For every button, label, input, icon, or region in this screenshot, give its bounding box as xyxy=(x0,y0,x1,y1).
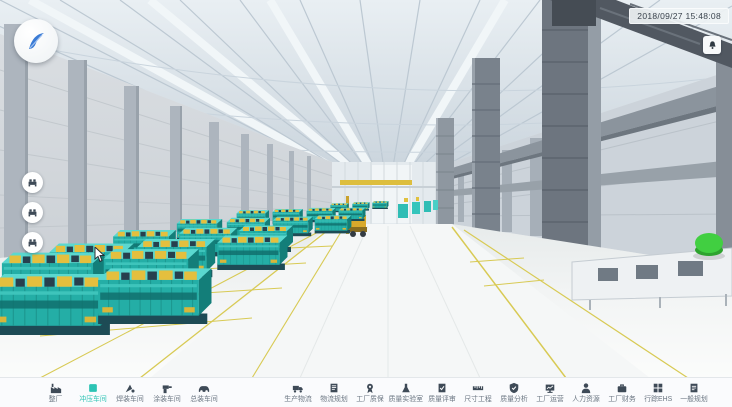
machine-tool-icon xyxy=(27,207,38,218)
app-logo-button[interactable] xyxy=(14,19,58,63)
module-ehs[interactable]: 行踪EHS xyxy=(640,382,676,403)
side-tool-button-3[interactable] xyxy=(22,232,43,253)
bottom-toolbar: 整厂 冲压车间 焊装车间 涂装车间 总装车间 生产物流 xyxy=(0,377,732,407)
shield-check-icon xyxy=(508,382,520,394)
grid-icon xyxy=(652,382,664,394)
logo-feather-icon xyxy=(23,28,49,54)
document-icon xyxy=(688,382,700,394)
module-general-planning[interactable]: 一般规划 xyxy=(676,382,712,403)
side-tool-button-1[interactable] xyxy=(22,172,43,193)
app-window: 2018/09/27 15:48:08 整厂 冲压车间 焊装车间 xyxy=(0,0,732,407)
tab-welding-shop[interactable]: 焊装车间 xyxy=(111,382,148,403)
module-factory-operations[interactable]: 工厂运营 xyxy=(532,382,568,403)
lab-flask-icon xyxy=(400,382,412,394)
tab-label: 焊装车间 xyxy=(116,395,144,402)
machine-tool-icon xyxy=(27,237,38,248)
module-quality-analysis[interactable]: 质量分析 xyxy=(496,382,532,403)
module-factory-qa[interactable]: 工厂质保 xyxy=(352,382,388,403)
green-object xyxy=(693,233,725,260)
shop-tabs-group: 整厂 冲压车间 焊装车间 涂装车间 总装车间 xyxy=(37,382,222,403)
painting-shop-icon xyxy=(161,382,173,394)
side-tool-button-2[interactable] xyxy=(22,202,43,223)
module-quality-review[interactable]: 质量评审 xyxy=(424,382,460,403)
module-label: 工厂质保 xyxy=(356,395,384,402)
briefcase-icon xyxy=(616,382,628,394)
stamping-shop-icon xyxy=(87,382,99,394)
quality-badge-icon xyxy=(364,382,376,394)
tab-label: 冲压车间 xyxy=(79,395,107,402)
truck-icon xyxy=(292,382,304,394)
module-label: 人力资源 xyxy=(572,395,600,402)
tab-label: 涂装车间 xyxy=(153,395,181,402)
module-logistics-planning[interactable]: 物流规划 xyxy=(316,382,352,403)
machine-tool-icon xyxy=(27,177,38,188)
review-doc-icon xyxy=(436,382,448,394)
module-buttons-group: 生产物流 物流规划 工厂质保 质量实验室 质量评审 尺寸工程 xyxy=(280,382,712,403)
module-label: 生产物流 xyxy=(284,395,312,402)
module-label: 质量分析 xyxy=(500,395,528,402)
module-label: 一般规划 xyxy=(680,395,708,402)
module-label: 尺寸工程 xyxy=(464,395,492,402)
module-label: 质量评审 xyxy=(428,395,456,402)
tab-assembly-shop[interactable]: 总装车间 xyxy=(185,382,222,403)
tab-whole-plant[interactable]: 整厂 xyxy=(37,382,74,403)
module-dimensional-engineering[interactable]: 尺寸工程 xyxy=(460,382,496,403)
timestamp-chip: 2018/09/27 15:48:08 xyxy=(629,8,729,24)
ruler-icon xyxy=(472,382,484,394)
tab-stamping-shop[interactable]: 冲压车间 xyxy=(74,382,111,403)
bell-icon xyxy=(707,40,718,51)
tab-painting-shop[interactable]: 涂装车间 xyxy=(148,382,185,403)
assembly-shop-icon xyxy=(198,382,210,394)
logistics-plan-icon xyxy=(328,382,340,394)
module-label: 质量实验室 xyxy=(389,395,424,402)
scene-3d-viewport[interactable] xyxy=(0,0,732,378)
notification-button[interactable] xyxy=(703,36,721,54)
factory-hall-render xyxy=(0,0,732,378)
module-production-logistics[interactable]: 生产物流 xyxy=(280,382,316,403)
module-human-resources[interactable]: 人力资源 xyxy=(568,382,604,403)
module-label: 物流规划 xyxy=(320,395,348,402)
module-label: 行踪EHS xyxy=(644,395,672,402)
module-label: 工厂运营 xyxy=(536,395,564,402)
module-factory-finance[interactable]: 工厂财务 xyxy=(604,382,640,403)
module-quality-lab[interactable]: 质量实验室 xyxy=(388,382,424,403)
monitor-chart-icon xyxy=(544,382,556,394)
module-label: 工厂财务 xyxy=(608,395,636,402)
person-icon xyxy=(580,382,592,394)
factory-icon xyxy=(50,382,62,394)
welding-shop-icon xyxy=(124,382,136,394)
tab-label: 整厂 xyxy=(49,395,63,402)
tab-label: 总装车间 xyxy=(190,395,218,402)
